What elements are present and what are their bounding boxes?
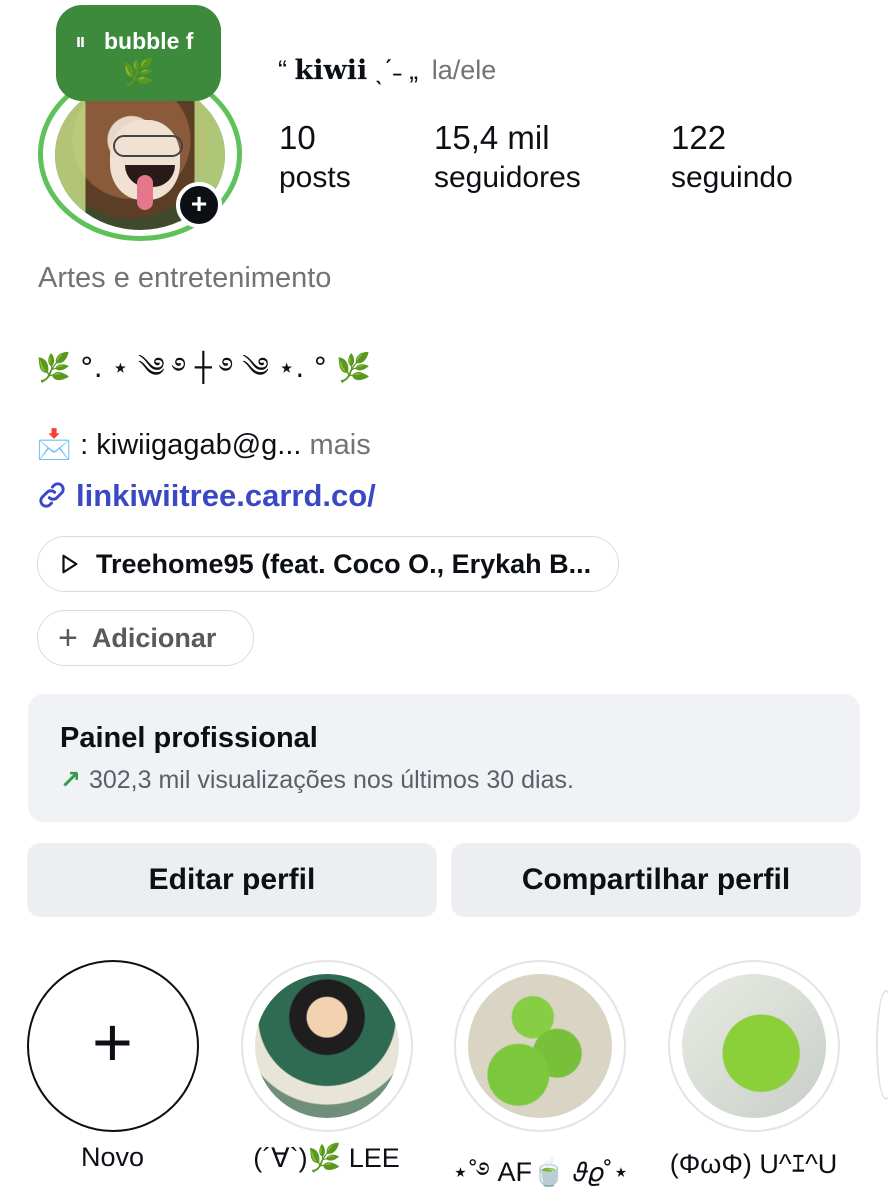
highlight-af[interactable]: ⋆˚࿔ AF🍵 𝜗𝜚˚⋆ (452, 960, 630, 1200)
following-label: seguindo (671, 161, 793, 194)
highlight-partial[interactable] (876, 990, 888, 1100)
posts-count: 10 (279, 119, 316, 156)
new-highlight-circle[interactable]: + (26, 960, 199, 1132)
bio-email-line: 📩 : kiwiigagab@g... mais (36, 428, 371, 462)
link-icon (39, 482, 65, 508)
profile-name-row: “ kiwii ˎˊ˗ „ la/ele (278, 55, 496, 86)
professional-dashboard[interactable]: Painel profissional ↗ 302,3 mil visualiza… (28, 694, 860, 822)
bio-email-text: : kiwiigagab@g... (80, 429, 302, 461)
highlight-circle[interactable] (240, 960, 413, 1132)
display-name-prefix: “ (278, 55, 287, 85)
highlight-circle[interactable] (667, 960, 840, 1132)
dashboard-subtitle: 302,3 mil visualizações nos últimos 30 d… (88, 766, 574, 794)
note-text: bubble f (104, 28, 194, 54)
highlight-label: Novo (80, 1142, 145, 1172)
plus-icon: + (58, 618, 78, 657)
audio-bars-icon: ıı (76, 31, 85, 51)
highlight-cover (467, 974, 612, 1118)
bio-decoration: 🌿 °. ⋆ ༄ ࿔ ┼ ࿔ ༄ ⋆. ° 🌿 (36, 351, 371, 384)
following-stat[interactable]: 122 seguindo (671, 118, 793, 198)
highlight-new[interactable]: + Novo (25, 960, 200, 1173)
highlight-label: ⋆˚࿔ AF🍵 𝜗𝜚˚⋆ (452, 1157, 630, 1187)
display-name: kiwii (294, 55, 368, 86)
following-count: 122 (671, 119, 727, 156)
avatar-tongue (137, 175, 153, 210)
dashboard-title: Painel profissional (60, 722, 318, 754)
dashboard-subtitle-row: ↗ 302,3 mil visualizações nos últimos 30 … (60, 765, 828, 795)
play-icon (62, 554, 78, 574)
followers-count: 15,4 mil (434, 119, 550, 156)
followers-label: seguidores (434, 161, 581, 194)
trend-up-icon: ↗ (60, 766, 81, 794)
note-emoji: 🌿 (122, 57, 155, 87)
posts-label: posts (279, 161, 351, 194)
share-profile-button[interactable]: Compartilhar perfil (451, 843, 861, 917)
highlight-label: (ΦωΦ) U^ｴ^U (669, 1149, 838, 1179)
highlight-cover (681, 974, 826, 1118)
avatar-glasses (113, 135, 183, 157)
display-name-suffix: ˎˊ˗ „ (374, 55, 419, 85)
note-bubble[interactable]: ıı bubble f 🌿 (56, 5, 221, 101)
highlight-lee[interactable]: (´∀`)🌿 LEE (239, 960, 414, 1174)
highlight-label: (´∀`)🌿 LEE (253, 1143, 400, 1173)
note-fade (191, 25, 221, 57)
bio-link[interactable]: linkiwiitree.carrd.co/ (36, 478, 376, 514)
envelope-icon: 📩 (36, 429, 73, 461)
add-story-button[interactable]: + (176, 182, 222, 228)
add-button-label: Adicionar (91, 622, 217, 653)
plus-icon: + (92, 1003, 133, 1081)
highlight-cat[interactable]: (ΦωΦ) U^ｴ^U (666, 960, 841, 1181)
highlight-circle[interactable] (453, 960, 626, 1132)
posts-stat[interactable]: 10 posts (279, 118, 351, 198)
followers-stat[interactable]: 15,4 mil seguidores (434, 118, 581, 198)
more-link[interactable]: mais (310, 429, 371, 461)
profile-category: Artes e entretenimento (38, 262, 332, 294)
highlight-cover (254, 974, 399, 1118)
edit-profile-button[interactable]: Editar perfil (27, 843, 437, 917)
music-pill[interactable]: Treehome95 (feat. Coco O., Erykah B... (37, 536, 619, 592)
pronouns: la/ele (431, 55, 497, 85)
bio-link-text: linkiwiitree.carrd.co/ (76, 478, 376, 513)
music-track: Treehome95 (feat. Coco O., Erykah B... (96, 548, 592, 579)
add-button[interactable]: + Adicionar (37, 610, 254, 666)
